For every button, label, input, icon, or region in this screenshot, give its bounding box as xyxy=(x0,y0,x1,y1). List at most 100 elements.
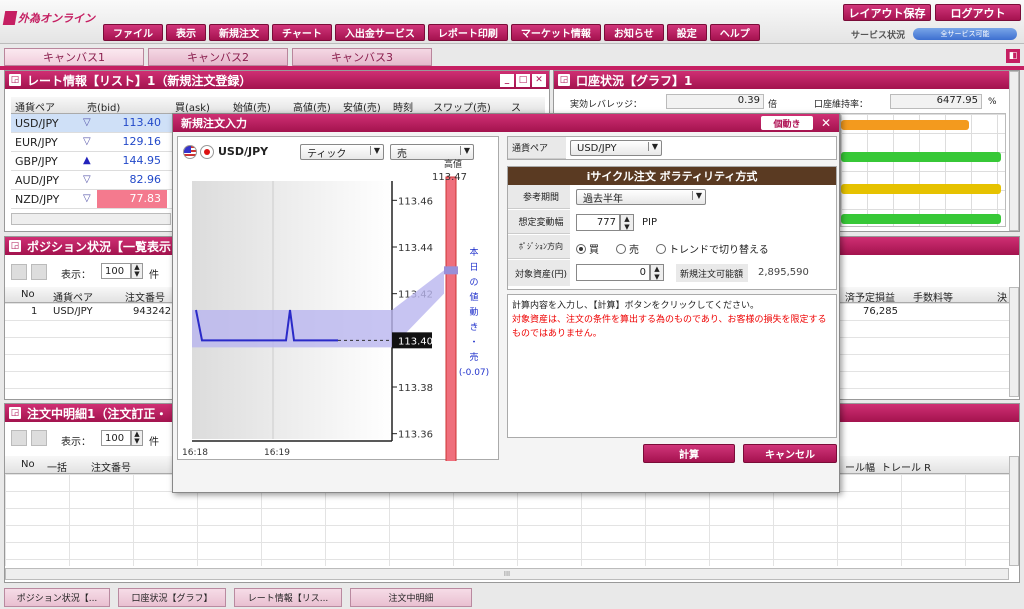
rate-bid[interactable]: 129.16 xyxy=(97,133,167,151)
bottom-tab-order[interactable]: 注文中明細 xyxy=(350,588,472,607)
section-title: iサイクル注文 ボラティリティ方式 xyxy=(508,167,836,185)
menu-item-7[interactable]: お知らせ xyxy=(603,24,664,41)
menu-item-4[interactable]: 入出金サービス xyxy=(334,24,425,41)
bottom-tab-position[interactable]: ポジション状況【... xyxy=(4,588,110,607)
direction-buy-radio[interactable]: 買 xyxy=(576,241,599,256)
rate-bid[interactable]: 144.95 xyxy=(97,152,167,170)
dialog-close-icon[interactable]: ✕ xyxy=(817,116,835,130)
rate-pair: AUD/JPY xyxy=(15,174,60,187)
direction-buy-label: 買 xyxy=(589,245,599,256)
pair-select[interactable]: USD/JPY ▼ xyxy=(570,140,662,156)
target-asset-label: 対象資産(円) xyxy=(508,260,570,286)
menu-item-0[interactable]: ファイル xyxy=(103,24,163,41)
info-box: 計算内容を入力し、【計算】ボタンをクリックしてください。 対象資産は、注文の条件… xyxy=(507,294,837,438)
col-settle: 決 xyxy=(997,293,1007,304)
direction-trend-label: トレンドで切り替える xyxy=(669,245,769,256)
position-display-label: 表示： xyxy=(61,270,91,281)
service-status-label: サービス状況 xyxy=(851,31,906,41)
logo-text: 外為オンライン xyxy=(18,12,95,25)
account-vertical-scrollbar[interactable] xyxy=(1009,71,1019,231)
target-asset-stepper[interactable]: ▲ ▼ xyxy=(650,264,664,281)
menu-item-9[interactable]: ヘルプ xyxy=(709,24,760,41)
order-panel-title-text: 注文中明細1（注文訂正・ xyxy=(27,406,168,421)
target-asset-input[interactable]: 0 xyxy=(576,264,650,281)
menu-item-8[interactable]: 設定 xyxy=(666,24,707,41)
vertical-note-char: 値 xyxy=(469,291,478,303)
rate-pair: NZD/JPY xyxy=(15,193,60,206)
vertical-note-char: ・ xyxy=(469,338,478,348)
rate-horizontal-scrollbar[interactable] xyxy=(11,213,171,225)
expected-move-input[interactable]: 777 xyxy=(576,214,620,231)
order-count-stepper[interactable]: ▲ ▼ xyxy=(131,430,143,446)
account-bar xyxy=(841,152,1001,162)
tab-canvas-2[interactable]: キャンバス2 xyxy=(148,48,288,66)
bottom-tab-account[interactable]: 口座状況【グラフ】 xyxy=(118,588,226,607)
logout-button[interactable]: ログアウト xyxy=(935,4,1021,21)
panel-icon: ◲ xyxy=(9,240,21,252)
high-value: 113.47 xyxy=(432,172,467,183)
y-tick-label: 113.44 xyxy=(398,243,433,254)
cancel-button[interactable]: キャンセル xyxy=(743,444,837,463)
position-count-stepper[interactable]: ▲ ▼ xyxy=(131,263,143,279)
daily-range-bar xyxy=(445,176,457,461)
rate-bid[interactable]: 77.83 xyxy=(97,190,167,208)
order-nav-next[interactable] xyxy=(31,430,47,446)
position-nav-prev[interactable] xyxy=(11,264,27,280)
logo-icon xyxy=(2,11,18,25)
menu-item-2[interactable]: 新規注文 xyxy=(209,24,269,41)
change-value: (-0.07) xyxy=(459,368,489,378)
position-vertical-scrollbar[interactable] xyxy=(1009,287,1019,397)
menu-item-3[interactable]: チャート xyxy=(272,24,332,41)
expected-move-stepper[interactable]: ▲ ▼ xyxy=(620,214,634,231)
available-value: 2,895,590 xyxy=(758,267,809,278)
direction-sell-radio[interactable]: 売 xyxy=(616,241,639,256)
mode-button[interactable]: 個動き xyxy=(761,116,813,130)
calc-button[interactable]: 計算 xyxy=(643,444,735,463)
maximize-icon[interactable]: □ xyxy=(516,73,530,87)
current-marker xyxy=(444,266,458,275)
col-trail-r: トレール R xyxy=(881,463,932,474)
panel-icon: ◲ xyxy=(558,74,570,86)
order-count-unit: 件 xyxy=(149,437,159,448)
order-horizontal-scrollbar[interactable]: III xyxy=(5,568,1009,580)
position-nav-next[interactable] xyxy=(31,264,47,280)
menu-item-1[interactable]: 表示 xyxy=(166,24,206,41)
order-vertical-scrollbar[interactable] xyxy=(1009,456,1019,566)
chevron-down-icon: ▼ xyxy=(647,142,658,151)
panel-icon: ◲ xyxy=(9,407,21,419)
expected-move-label: 想定変動幅 xyxy=(508,210,570,234)
col-order: 注文番号 xyxy=(125,293,165,304)
tab-canvas-1[interactable]: キャンバス1 xyxy=(4,48,144,66)
minimize-icon[interactable]: _ xyxy=(500,73,514,87)
account-panel-title: ◲ 口座状況【グラフ】1 xyxy=(554,71,1019,89)
order-display-count[interactable]: 100 xyxy=(101,430,131,446)
order-nav-prev[interactable] xyxy=(11,430,27,446)
direction-sell-label: 売 xyxy=(629,245,639,256)
ref-period-select[interactable]: 過去半年 ▼ xyxy=(576,189,706,205)
tab-canvas-3[interactable]: キャンバス3 xyxy=(292,48,432,66)
high-label: 高値 xyxy=(444,158,462,170)
current-price-label: 113.40 xyxy=(398,336,433,347)
close-icon[interactable]: ✕ xyxy=(532,73,546,87)
position-display-count[interactable]: 100 xyxy=(101,263,131,279)
leverage-label: 実効レバレッジ： xyxy=(570,100,643,110)
panel-icon: ◲ xyxy=(9,74,21,86)
menu-item-5[interactable]: レポート印刷 xyxy=(427,24,508,41)
pair-label: 通貨ペア xyxy=(508,137,566,159)
chart-area: USD/JPY ティック▼ 売▼ 113.46113.44113.42113.3… xyxy=(177,136,499,461)
rate-panel-title-text: レート情報【リスト】1（新規注文登録） xyxy=(27,73,252,88)
layout-save-button[interactable]: レイアウト保存 xyxy=(843,4,931,21)
ref-period-label: 参考期間 xyxy=(508,185,570,209)
rate-col-2: 買(ask) xyxy=(175,103,210,114)
account-panel-title-text: 口座状況【グラフ】1 xyxy=(576,73,693,88)
menu-item-6[interactable]: マーケット情報 xyxy=(510,24,601,41)
col-pl: 済予定損益 xyxy=(845,293,895,304)
direction-trend-radio[interactable]: トレンドで切り替える xyxy=(656,241,769,256)
rate-panel-title: ◲ レート情報【リスト】1（新規注文登録） _ □ ✕ xyxy=(5,71,549,89)
rate-bid[interactable]: 82.96 xyxy=(97,171,167,189)
col-no: No xyxy=(21,289,35,300)
bottom-tab-rate[interactable]: レート情報【リス... xyxy=(234,588,342,607)
canvas-expand-icon[interactable]: ◧ xyxy=(1006,49,1020,63)
col-no: No xyxy=(21,459,35,470)
rate-bid[interactable]: 113.40 xyxy=(97,114,167,132)
